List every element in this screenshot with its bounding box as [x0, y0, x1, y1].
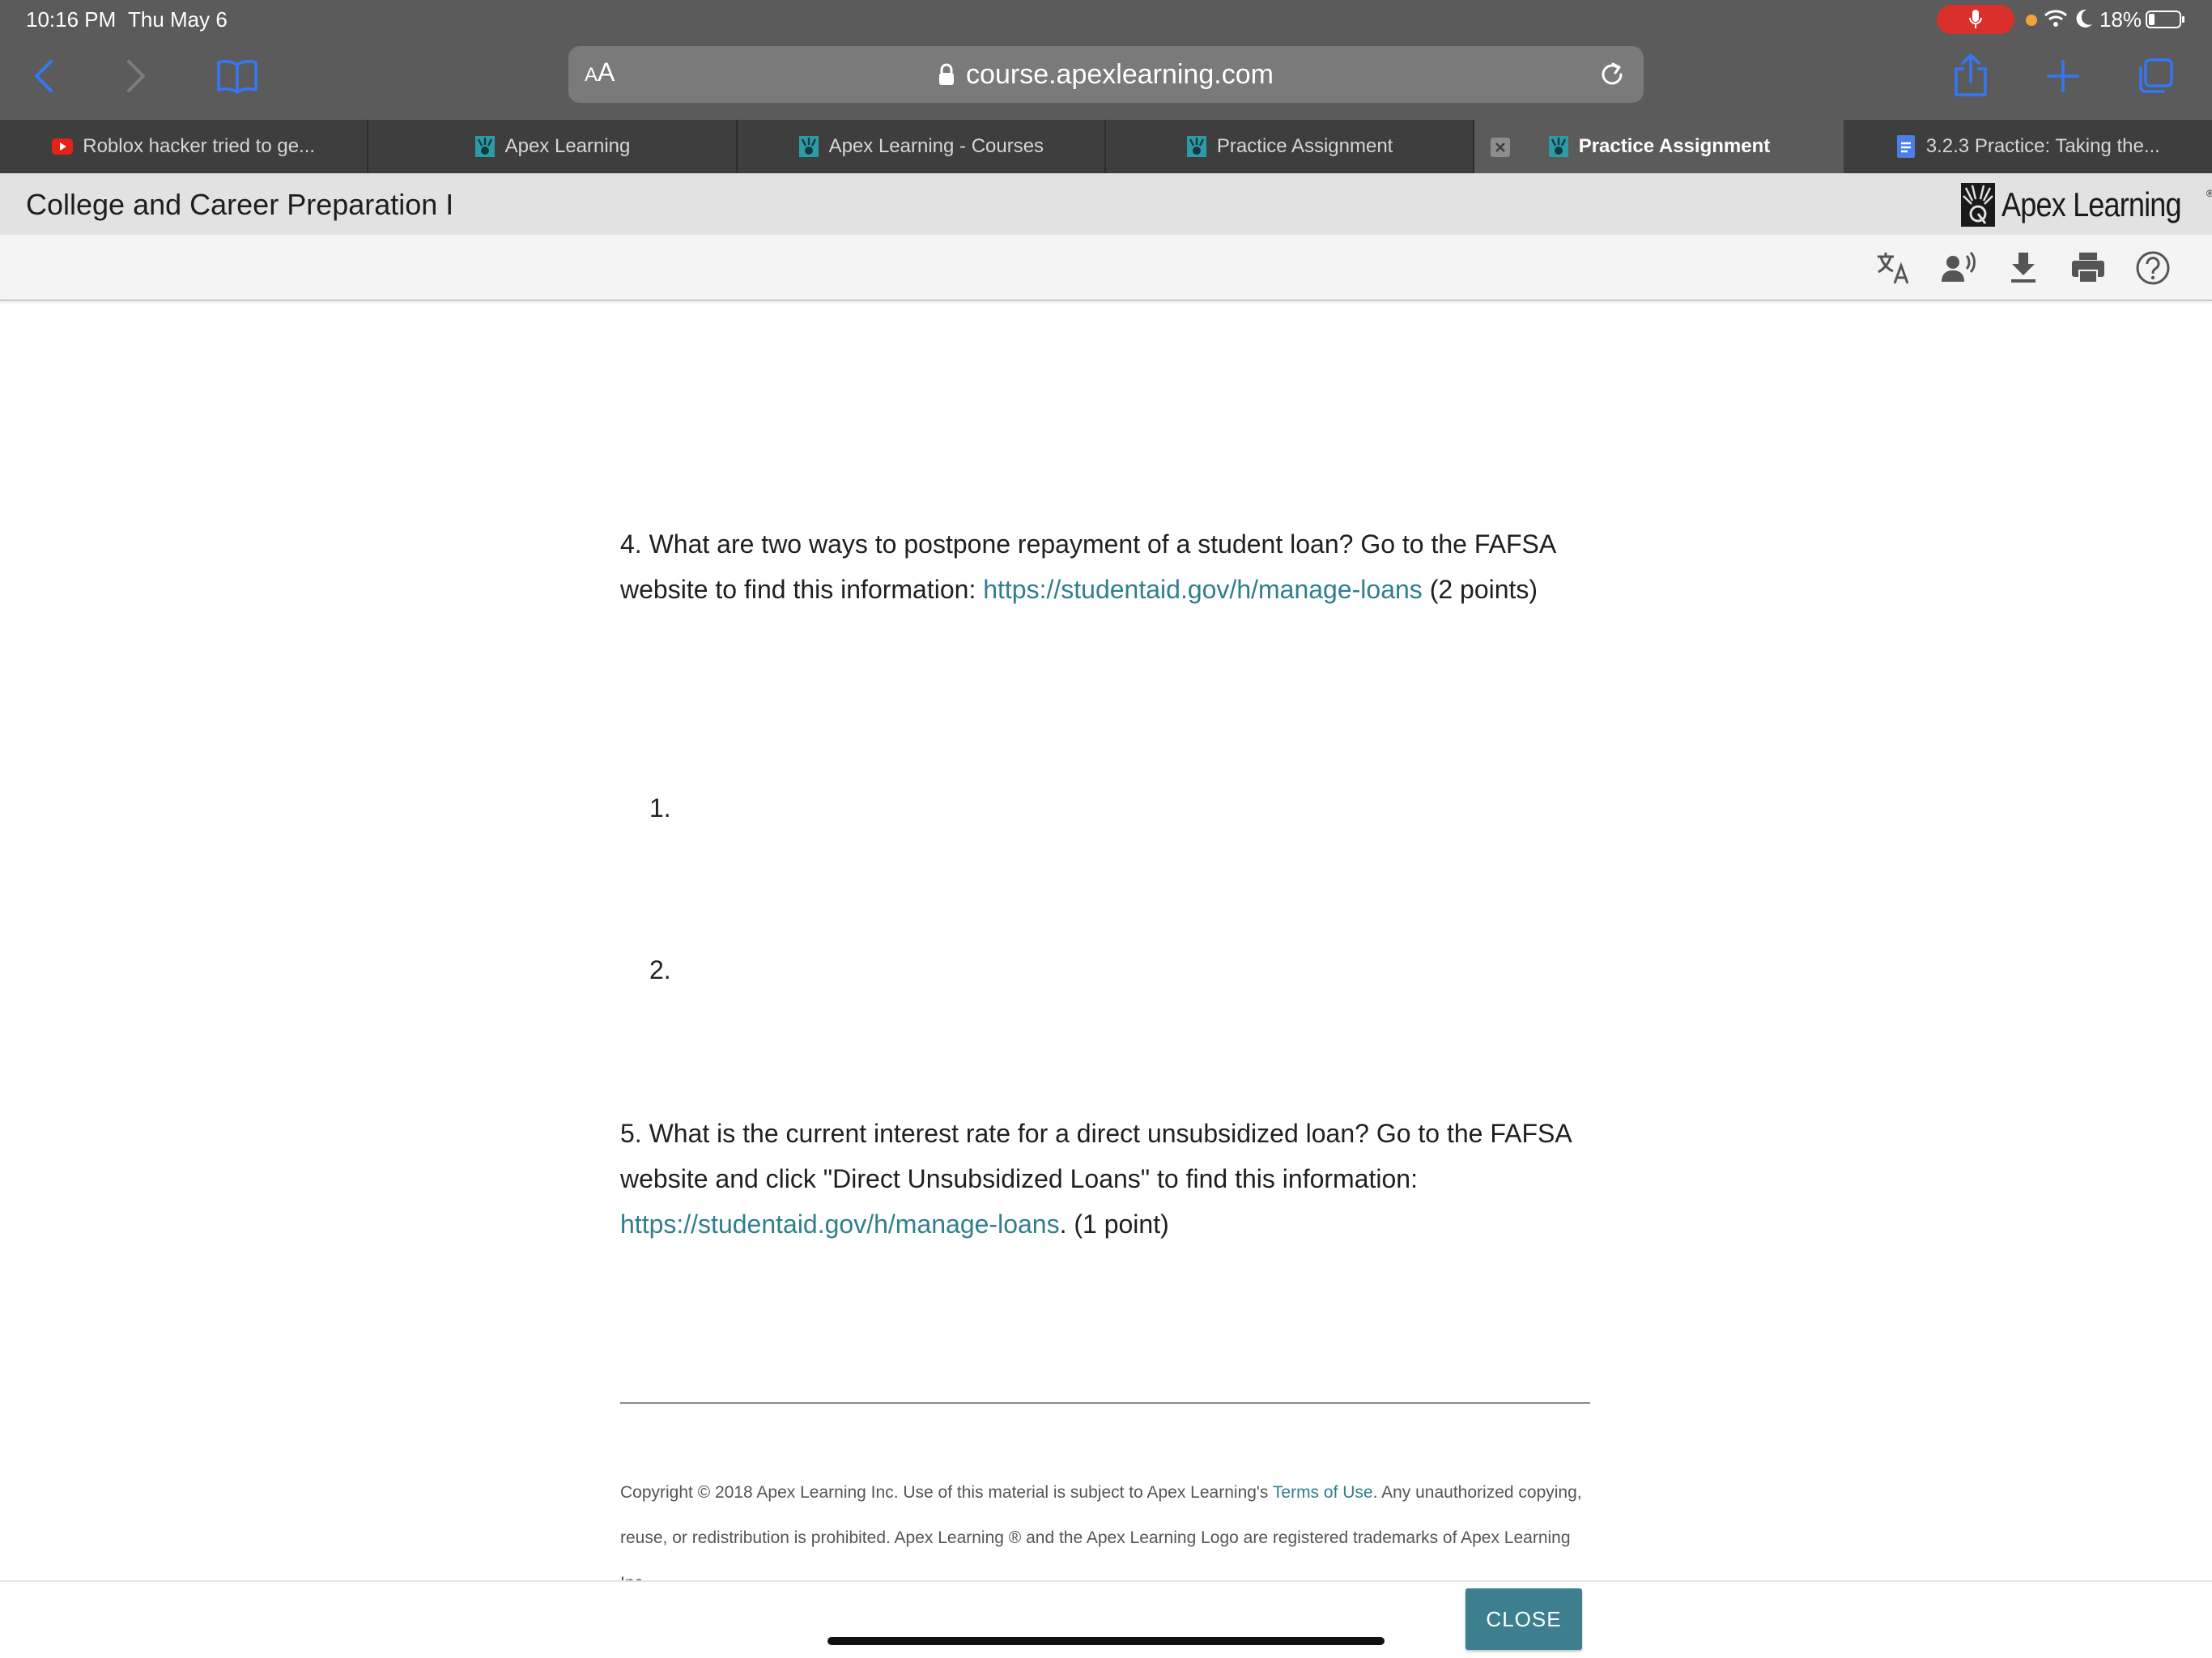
- tab-label: 3.2.3 Practice: Taking the...: [1925, 135, 2160, 157]
- tab-label: Roblox hacker tried to ge...: [83, 135, 316, 157]
- share-icon: [1955, 53, 1987, 96]
- reload-button[interactable]: [1595, 57, 1629, 91]
- apex-favicon-icon: [1548, 136, 1569, 157]
- read-aloud-button[interactable]: [1940, 249, 1977, 287]
- question-4-points: (2 points): [1422, 575, 1538, 604]
- close-button[interactable]: CLOSE: [1465, 1588, 1582, 1650]
- browser-chrome: 10:16 PM Thu May 6 18% AA course.apexlea…: [0, 0, 2212, 173]
- address-bar[interactable]: AA course.apexlearning.com: [568, 46, 1644, 103]
- answer-item-1: 1.: [649, 793, 671, 823]
- bookmarks-button[interactable]: [209, 52, 266, 100]
- apex-favicon-icon: [798, 136, 819, 157]
- download-icon: [2011, 253, 2035, 283]
- question-5-points: . (1 point): [1059, 1209, 1169, 1239]
- tab-label: Practice Assignment: [1216, 135, 1393, 157]
- back-button[interactable]: [19, 52, 68, 100]
- tab-overview-button[interactable]: [2131, 52, 2180, 100]
- wifi-icon: [2044, 9, 2068, 34]
- bottom-bar: CLOSE: [0, 1580, 2212, 1658]
- chevron-left-icon: [35, 60, 53, 92]
- share-button[interactable]: [1946, 49, 1995, 102]
- status-bar: 10:16 PM Thu May 6 18%: [0, 0, 2212, 39]
- translate-icon: [1878, 253, 1909, 284]
- plus-icon: [2047, 60, 2079, 92]
- help-icon: [2136, 251, 2170, 285]
- content-toolbar: [0, 235, 2212, 301]
- apex-favicon-icon: [474, 136, 496, 157]
- reader-label-large: A: [598, 57, 615, 87]
- reload-icon: [1602, 62, 1623, 85]
- tab-bar: Roblox hacker tried to ge... Apex Learni…: [0, 120, 2212, 173]
- browser-tab[interactable]: Apex Learning - Courses: [738, 120, 1106, 173]
- safari-toolbar: AA course.apexlearning.com: [0, 39, 2212, 120]
- question-4: 4. What are two ways to postpone repayme…: [620, 521, 1592, 612]
- answer-item-2: 2.: [649, 955, 671, 984]
- reader-text-size-button[interactable]: AA: [585, 57, 615, 87]
- status-time: 10:16 PM: [26, 7, 117, 32]
- browser-tab[interactable]: Practice Assignment: [1106, 120, 1475, 173]
- apex-logo-text: Apex Learning: [2001, 185, 2182, 223]
- apex-learning-logo: Apex Learning ®: [1961, 183, 2212, 227]
- status-date: Thu May 6: [128, 7, 228, 32]
- lock-icon: [939, 63, 955, 85]
- tab-label: Practice Assignment: [1578, 135, 1771, 157]
- forward-button[interactable]: [112, 52, 160, 100]
- download-button[interactable]: [2005, 249, 2042, 287]
- book-icon: [217, 60, 257, 94]
- youtube-icon: [52, 136, 74, 157]
- tab-label: Apex Learning - Courses: [828, 135, 1044, 157]
- recording-indicator-dot: [2026, 15, 2037, 26]
- tabs-overview-icon: [2139, 58, 2173, 93]
- course-header: College and Career Preparation I Apex Le…: [0, 173, 2212, 235]
- browser-tab[interactable]: 3.2.3 Practice: Taking the...: [1844, 120, 2212, 173]
- copyright-text: Copyright © 2018 Apex Learning Inc. Use …: [620, 1483, 1273, 1502]
- reader-label-small: A: [585, 64, 598, 86]
- read-aloud-icon: [1942, 251, 1976, 282]
- new-tab-button[interactable]: [2039, 52, 2087, 100]
- microphone-icon: [1937, 5, 2014, 34]
- terms-of-use-link[interactable]: Terms of Use: [1273, 1483, 1373, 1502]
- chevron-right-icon: [127, 60, 145, 92]
- browser-tab[interactable]: Roblox hacker tried to ge...: [0, 120, 369, 173]
- fafsa-link[interactable]: https://studentaid.gov/h/manage-loans: [983, 575, 1423, 604]
- battery-percentage: 18%: [2099, 7, 2142, 32]
- print-icon: [2072, 253, 2104, 283]
- print-button[interactable]: [2069, 249, 2107, 287]
- battery-icon: [2146, 10, 2186, 35]
- google-docs-icon: [1895, 135, 1916, 158]
- browser-tab[interactable]: Apex Learning: [368, 120, 738, 173]
- browser-tab-active[interactable]: Practice Assignment: [1474, 120, 1844, 173]
- close-icon: [1495, 142, 1506, 152]
- registered-mark: ®: [2206, 188, 2212, 199]
- apex-favicon-icon: [1186, 136, 1207, 157]
- apex-logo-mark-icon: [1961, 183, 1995, 227]
- question-5-text: 5. What is the current interest rate for…: [620, 1119, 1571, 1193]
- translate-button[interactable]: [1875, 249, 1912, 287]
- question-5: 5. What is the current interest rate for…: [620, 1111, 1592, 1247]
- close-tab-button[interactable]: [1491, 138, 1511, 157]
- tab-label: Apex Learning: [504, 135, 631, 157]
- course-title: College and Career Preparation I: [26, 188, 454, 221]
- url-text[interactable]: course.apexlearning.com: [966, 59, 1274, 91]
- moon-icon: [2075, 8, 2093, 35]
- footer-divider: [620, 1402, 1590, 1404]
- help-button[interactable]: [2134, 249, 2172, 287]
- fafsa-link[interactable]: https://studentaid.gov/h/manage-loans: [620, 1209, 1060, 1239]
- home-indicator[interactable]: [827, 1637, 1385, 1645]
